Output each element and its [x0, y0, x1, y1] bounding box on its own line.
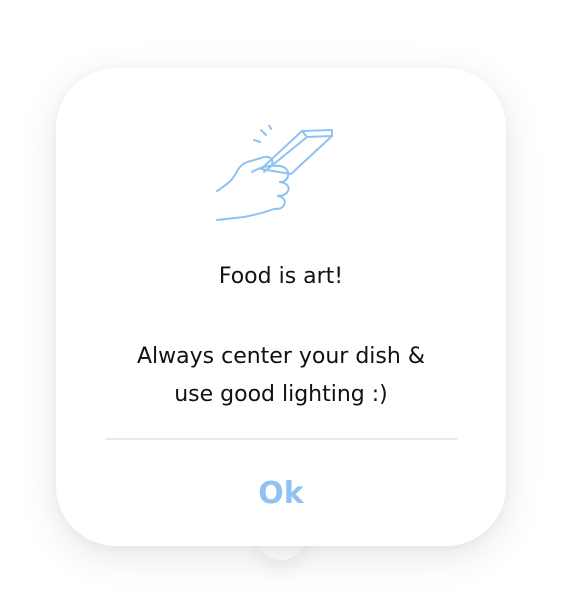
dialog-divider	[105, 438, 457, 440]
dialog-title: Food is art!	[218, 264, 344, 289]
dialog-message-line-2: use good lighting :)	[174, 382, 388, 407]
dialog-message: Always center your dish & use good light…	[56, 338, 506, 414]
screen: Food is art! Always center your dish & u…	[0, 0, 562, 600]
ok-button[interactable]: Ok	[206, 466, 356, 522]
dialog-message-line-1: Always center your dish &	[137, 344, 425, 369]
hand-holding-phone-icon	[214, 124, 336, 225]
